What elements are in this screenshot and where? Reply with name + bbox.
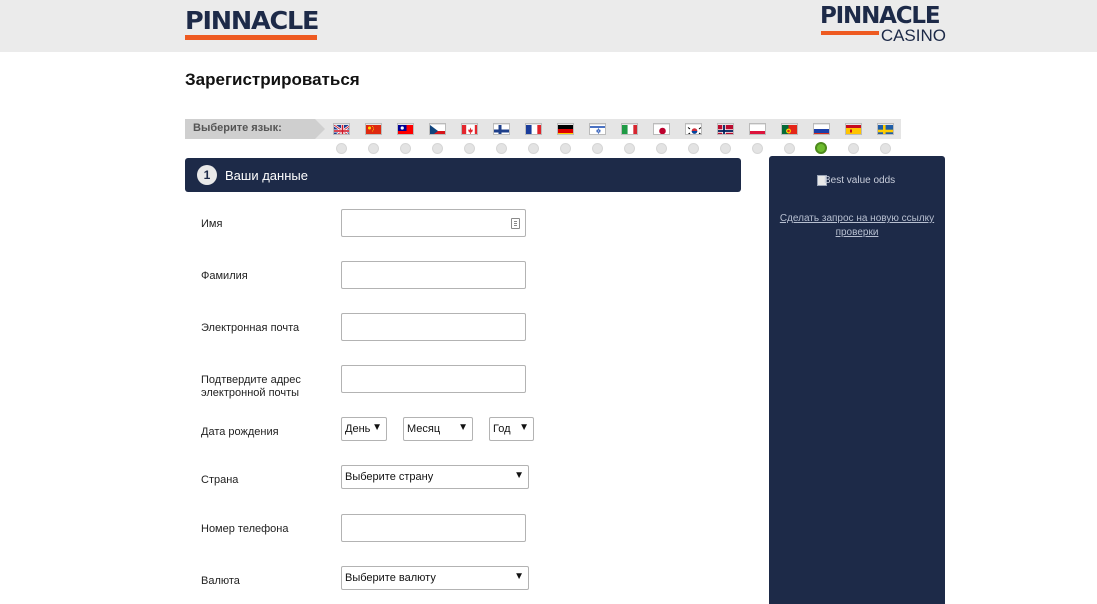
- language-radio-it[interactable]: [624, 143, 635, 154]
- first-name-label: Имя: [201, 218, 223, 230]
- dropdown-arrow-icon: ▼: [519, 422, 529, 433]
- dropdown-arrow-icon: ▼: [372, 422, 382, 433]
- casino-logo-underline: [821, 31, 879, 35]
- flag-finland-icon[interactable]: [493, 123, 510, 135]
- flag-japan-icon[interactable]: [653, 123, 670, 135]
- country-select-value: Выберите страну: [345, 471, 434, 483]
- pinnacle-logo[interactable]: PINNACLE: [185, 6, 319, 40]
- flag-norway-icon[interactable]: [717, 123, 734, 135]
- dropdown-arrow-icon: ▼: [514, 470, 524, 481]
- request-verification-link[interactable]: Сделать запрос на новую ссылку проверки: [777, 212, 937, 240]
- flag-portugal-icon[interactable]: [781, 123, 798, 135]
- promo-image-alt: Best value odds: [824, 175, 896, 186]
- top-header: PINNACLE PINNACLE CASINO: [0, 0, 1097, 52]
- language-radio-en-ca[interactable]: [464, 143, 475, 154]
- birth-month-select[interactable]: Месяц ▼: [403, 417, 473, 441]
- casino-logo-subtext: CASINO: [880, 26, 946, 45]
- birth-year-value: Год: [493, 423, 511, 435]
- birth-date-label: Дата рождения: [201, 426, 279, 438]
- pinnacle-casino-logo[interactable]: PINNACLE CASINO: [820, 5, 946, 46]
- language-radio-pl[interactable]: [752, 143, 763, 154]
- language-radio-ja[interactable]: [656, 143, 667, 154]
- sidebar-panel: Best value odds Сделать запрос на новую …: [769, 156, 945, 604]
- language-radio-zh-tw[interactable]: [400, 143, 411, 154]
- confirm-email-input[interactable]: [341, 365, 526, 393]
- language-radio-he[interactable]: [592, 143, 603, 154]
- email-input[interactable]: [341, 313, 526, 341]
- last-name-input[interactable]: [341, 261, 526, 289]
- language-radio-fi[interactable]: [496, 143, 507, 154]
- language-radio-fr[interactable]: [528, 143, 539, 154]
- language-radio-cs[interactable]: [432, 143, 443, 154]
- promo-image[interactable]: Best value odds: [817, 175, 901, 187]
- country-select[interactable]: Выберите страну ▼: [341, 465, 529, 489]
- flag-israel-icon[interactable]: [589, 123, 606, 135]
- logo-underline: [185, 35, 317, 40]
- flag-italy-icon[interactable]: [621, 123, 638, 135]
- section-title: Ваши данные: [225, 168, 308, 183]
- flag-korea-icon[interactable]: [685, 123, 702, 135]
- language-radio-de[interactable]: [560, 143, 571, 154]
- last-name-label: Фамилия: [201, 270, 248, 282]
- country-label: Страна: [201, 474, 239, 486]
- currency-select-value: Выберите валюту: [345, 572, 436, 584]
- currency-select[interactable]: Выберите валюту ▼: [341, 566, 529, 590]
- flag-canada-icon[interactable]: [461, 123, 478, 135]
- step-number-badge: 1: [197, 165, 217, 185]
- flag-sweden-icon[interactable]: [877, 123, 894, 135]
- language-radio-en-gb[interactable]: [336, 143, 347, 154]
- flag-czech-icon[interactable]: [429, 123, 446, 135]
- flag-russia-icon[interactable]: [813, 123, 830, 135]
- birth-year-select[interactable]: Год ▼: [489, 417, 534, 441]
- flag-uk-icon[interactable]: [333, 123, 350, 135]
- language-radio-sv[interactable]: [880, 143, 891, 154]
- contact-card-icon[interactable]: [511, 218, 520, 229]
- language-radio-zh-cn[interactable]: [368, 143, 379, 154]
- currency-label: Валюта: [201, 575, 240, 587]
- flag-taiwan-icon[interactable]: [397, 123, 414, 135]
- dropdown-arrow-icon: ▼: [514, 571, 524, 582]
- section-header: 1 Ваши данные: [185, 158, 741, 192]
- language-radio-es[interactable]: [848, 143, 859, 154]
- page-title: Зарегистрироваться: [185, 70, 360, 89]
- birth-month-value: Месяц: [407, 423, 441, 435]
- dropdown-arrow-icon: ▼: [458, 422, 468, 433]
- phone-label: Номер телефона: [201, 523, 289, 535]
- language-radio-no[interactable]: [720, 143, 731, 154]
- language-radio-pt[interactable]: [784, 143, 795, 154]
- confirm-email-label: Подтвердите адрес электронной почты: [201, 374, 301, 400]
- phone-input[interactable]: [341, 514, 526, 542]
- language-label: Выберите язык:: [193, 122, 282, 134]
- birth-day-value: День: [345, 423, 371, 435]
- confirm-email-label-line2: электронной почты: [201, 387, 300, 399]
- casino-logo-text: PINNACLE: [820, 3, 941, 29]
- birth-day-select[interactable]: День ▼: [341, 417, 387, 441]
- language-radio-ru-selected[interactable]: [815, 142, 827, 154]
- language-bar: Выберите язык:: [185, 119, 901, 139]
- flag-france-icon[interactable]: [525, 123, 542, 135]
- first-name-input[interactable]: [341, 209, 526, 237]
- flag-poland-icon[interactable]: [749, 123, 766, 135]
- flag-china-icon[interactable]: [365, 123, 382, 135]
- confirm-email-label-line1: Подтвердите адрес: [201, 374, 301, 386]
- pinnacle-logo-text: PINNACLE: [185, 6, 319, 35]
- flag-spain-icon[interactable]: [845, 123, 862, 135]
- flag-germany-icon[interactable]: [557, 123, 574, 135]
- language-radio-ko[interactable]: [688, 143, 699, 154]
- email-label: Электронная почта: [201, 322, 300, 334]
